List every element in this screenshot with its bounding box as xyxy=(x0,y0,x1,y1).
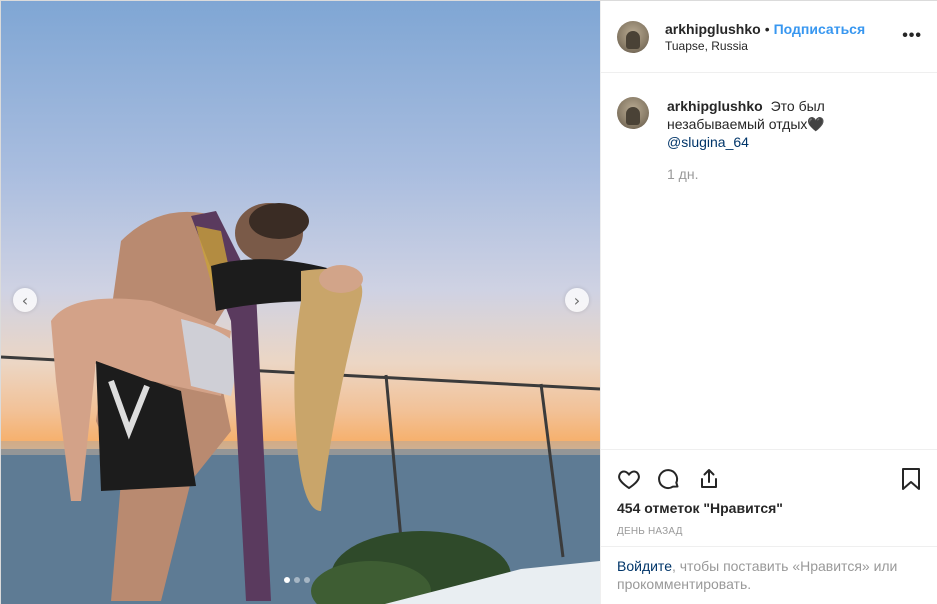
post-photo[interactable]: ‹ › xyxy=(1,1,600,604)
post-sidebar: arkhipglushko • Подписаться Tuapse, Russ… xyxy=(600,1,937,604)
comment-icon[interactable] xyxy=(657,467,681,491)
caption-avatar[interactable] xyxy=(617,97,649,129)
share-icon[interactable] xyxy=(697,467,721,491)
post-location[interactable]: Tuapse, Russia xyxy=(665,39,865,53)
author-username[interactable]: arkhipglushko xyxy=(665,21,761,37)
action-icons xyxy=(601,450,937,498)
carousel-prev-button[interactable]: ‹ xyxy=(13,288,37,312)
post-actions: 454 отметок "Нравится" ДЕНЬ НАЗАД Войдит… xyxy=(601,449,937,604)
bookmark-icon[interactable] xyxy=(899,467,923,491)
carousel-indicator xyxy=(284,577,310,583)
caption-age: 1 дн. xyxy=(667,166,699,182)
caption-username[interactable]: arkhipglushko xyxy=(667,98,763,114)
chevron-right-icon: › xyxy=(573,290,581,310)
comments-section: arkhipglushko Это был незабываемый отдых… xyxy=(601,73,937,449)
carousel-dot xyxy=(284,577,290,583)
author-row: arkhipglushko • Подписаться xyxy=(665,21,865,37)
more-icon[interactable]: ••• xyxy=(902,27,922,45)
caption-mention[interactable]: @slugina_64 xyxy=(667,133,917,151)
carousel-dot xyxy=(294,577,300,583)
login-link[interactable]: Войдите xyxy=(617,558,672,574)
caption-body: arkhipglushko Это был незабываемый отдых… xyxy=(667,97,917,183)
chevron-left-icon: ‹ xyxy=(21,290,29,310)
author-info: arkhipglushko • Подписаться Tuapse, Russ… xyxy=(665,21,865,53)
likes-count[interactable]: 454 отметок "Нравится" xyxy=(601,500,937,516)
separator-dot: • xyxy=(764,20,770,37)
photo-scene xyxy=(1,203,600,604)
caption-comment: arkhipglushko Это был незабываемый отдых… xyxy=(617,97,922,183)
follow-button[interactable]: Подписаться xyxy=(774,21,866,37)
carousel-dot xyxy=(304,577,310,583)
instagram-post: ‹ › arkhipglushko • Подписаться Tuapse, … xyxy=(0,0,937,604)
post-header: arkhipglushko • Подписаться Tuapse, Russ… xyxy=(601,1,937,73)
login-prompt: Войдите, чтобы поставить «Нравится» или … xyxy=(601,546,937,603)
heart-icon[interactable] xyxy=(617,467,641,491)
carousel-next-button[interactable]: › xyxy=(565,288,589,312)
author-avatar[interactable] xyxy=(617,20,649,53)
post-date: ДЕНЬ НАЗАД xyxy=(617,526,683,537)
